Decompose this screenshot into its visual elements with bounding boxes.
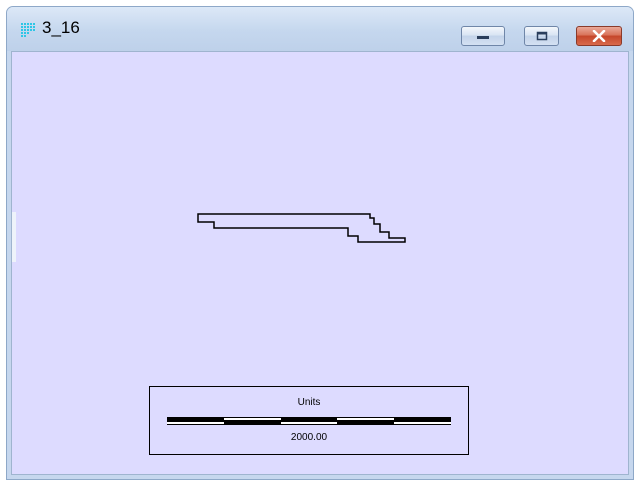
restore-icon <box>536 31 547 41</box>
minimize-button[interactable] <box>461 26 505 46</box>
restore-button[interactable] <box>524 26 559 46</box>
scale-units-label: Units <box>297 397 321 408</box>
minimize-icon <box>477 36 489 39</box>
polygon-feature[interactable] <box>197 213 406 243</box>
map-window: 3_16 Units 2000.00 <box>6 6 634 480</box>
map-canvas[interactable]: Units 2000.00 <box>11 51 629 475</box>
close-icon <box>592 30 606 42</box>
scale-value-label: 2000.00 <box>290 432 328 443</box>
grid-dots-icon <box>21 23 35 37</box>
scale-bar-graphic <box>167 417 451 425</box>
window-title: 3_16 <box>42 18 80 37</box>
scale-bar: Units 2000.00 <box>149 386 469 455</box>
title-bar[interactable]: 3_16 <box>7 7 633 51</box>
close-button[interactable] <box>576 26 622 46</box>
